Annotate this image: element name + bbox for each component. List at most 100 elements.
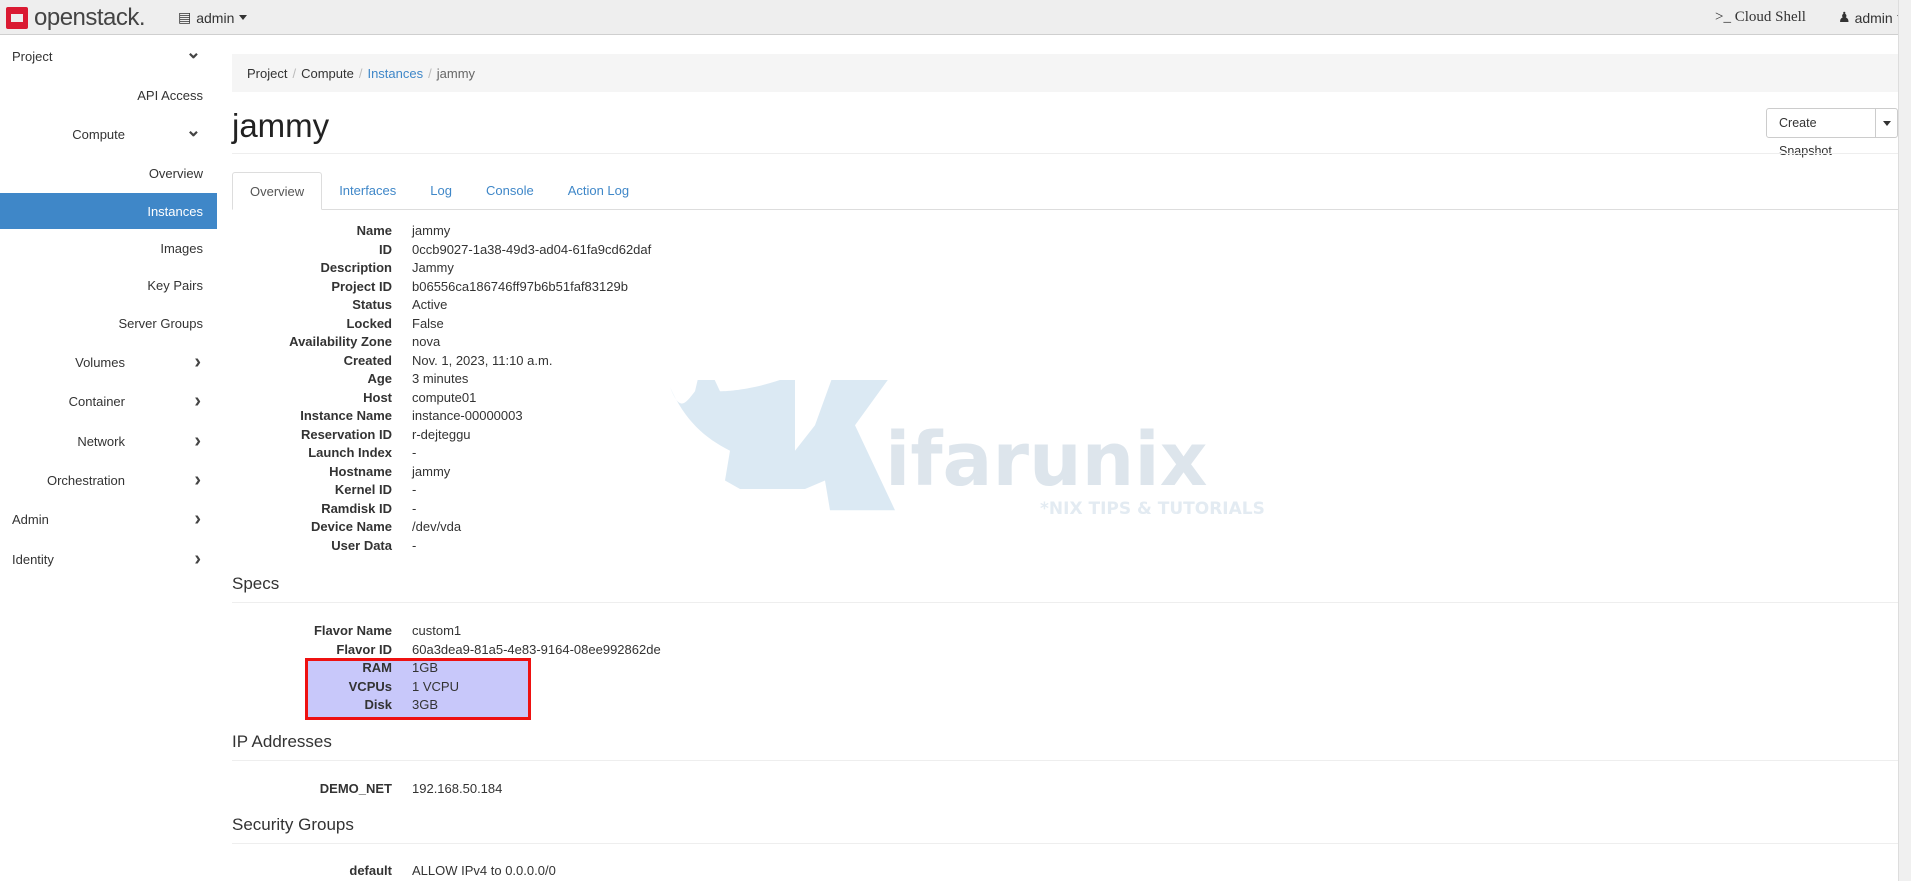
detail-value: Jammy — [412, 260, 454, 275]
sidebar-item-label: Volumes — [75, 354, 125, 370]
user-menu[interactable]: ♟ admin — [1838, 9, 1905, 26]
sidebar-item-server-groups[interactable]: Server Groups — [0, 305, 217, 341]
sidebar-item-instances[interactable]: Instances — [0, 193, 217, 229]
sidebar-item-label: Project — [12, 48, 53, 64]
actions-dropdown-toggle[interactable] — [1875, 109, 1897, 137]
sidebar-item-api-access[interactable]: API Access — [0, 77, 217, 113]
sidebar: Project ⌄ API Access Compute ⌄ Overview Instan… — [0, 35, 217, 881]
chevron-right-icon: › — [194, 389, 201, 412]
sidebar-item-label: Orchestration — [46, 472, 125, 488]
detail-row: Project ID b06556ca186746ff97b6b51faf8312… — [232, 278, 932, 297]
sidebar-item-label: Container — [68, 393, 125, 409]
detail-value: /dev/vda — [412, 519, 462, 534]
sidebar-item-volumes[interactable]: Volumes › — [0, 344, 217, 380]
sidebar-item-label: Images — [160, 240, 203, 256]
detail-row: Host compute01 — [232, 389, 932, 408]
detail-value: 1GB — [412, 660, 439, 675]
sidebar-item-admin[interactable]: Admin › — [0, 501, 217, 537]
detail-row: Name jammy — [232, 222, 932, 241]
breadcrumb-compute: Compute — [301, 65, 354, 81]
project-list-icon: ▤ — [178, 9, 192, 25]
chevron-down-icon: ⌄ — [185, 119, 201, 140]
sidebar-item-images[interactable]: Images — [0, 230, 217, 266]
sidebar-item-key-pairs[interactable]: Key Pairs — [0, 267, 217, 303]
cloud-shell-link[interactable]: >_ Cloud Shell — [1715, 9, 1806, 26]
detail-row: Description Jammy — [232, 259, 932, 278]
detail-row: VCPUs 1 VCPU — [232, 678, 932, 697]
divider — [232, 843, 1898, 844]
caret-down-icon — [1882, 120, 1891, 126]
detail-value: b06556ca186746ff97b6b51faf83129b — [412, 278, 628, 294]
sidebar-item-compute[interactable]: Compute ⌄ — [0, 116, 217, 152]
detail-label: Instance Name — [300, 408, 392, 423]
breadcrumb-instances[interactable]: Instances — [367, 66, 423, 81]
detail-list: default ALLOW IPv4 to 0.0.0.0/0 — [232, 862, 932, 881]
detail-value: Active — [412, 297, 448, 312]
sidebar-item-overview[interactable]: Overview — [0, 155, 217, 191]
sidebar-item-label: Identity — [12, 551, 54, 567]
sidebar-item-container[interactable]: Container › — [0, 383, 217, 419]
detail-value: Nov. 1, 2023, 11:10 a.m. — [412, 352, 553, 368]
detail-label: Project ID — [331, 278, 392, 294]
user-icon: ♟ — [1838, 9, 1851, 25]
detail-value: False — [412, 315, 444, 331]
scrollbar[interactable] — [1898, 0, 1911, 881]
detail-label: Availability Zone — [289, 334, 392, 349]
detail-label: VCPUs — [348, 678, 392, 694]
top-navbar: openstack. ▤ admin >_ Cloud Shell ♟ admi… — [0, 0, 1905, 35]
detail-label: Kernel ID — [334, 482, 392, 497]
logo-text: openstack. — [34, 4, 146, 31]
create-snapshot-button[interactable]: Create Snapshot — [1767, 109, 1875, 158]
tab-interfaces[interactable]: Interfaces — [322, 172, 413, 209]
tab-log[interactable]: Log — [413, 172, 469, 209]
openstack-logo[interactable]: openstack. — [6, 4, 146, 32]
detail-value: ALLOW IPv4 to 0.0.0.0/0 — [412, 863, 556, 878]
chevron-right-icon: › — [194, 350, 201, 373]
sidebar-item-orchestration[interactable]: Orchestration › — [0, 462, 217, 498]
detail-value: 3GB — [412, 697, 439, 712]
detail-row: RAM 1GB — [232, 659, 932, 678]
detail-label: Name — [356, 223, 392, 238]
chevron-right-icon: › — [194, 547, 201, 570]
detail-value: r-dejteggu — [412, 426, 471, 442]
detail-label: Disk — [364, 697, 392, 712]
detail-row: DEMO_NET 192.168.50.184 — [232, 780, 932, 799]
tab-console[interactable]: Console — [469, 172, 551, 209]
detail-value: custom1 — [412, 623, 462, 638]
detail-list: RAM 1GB VCPUs 1 VCPU Disk 3GB — [232, 659, 932, 715]
detail-label: Locked — [346, 315, 392, 331]
breadcrumb-current: jammy — [436, 65, 476, 81]
detail-row: Reservation ID r-dejteggu — [232, 426, 932, 445]
detail-label: User Data — [331, 537, 392, 553]
detail-row: Flavor Name custom1 — [232, 622, 932, 641]
detail-value: 0ccb9027-1a38-49d3-ad04-61fa9cd62daf — [412, 241, 652, 257]
detail-row: ID 0ccb9027-1a38-49d3-ad04-61fa9cd62daf — [232, 241, 932, 260]
detail-value: jammy — [412, 463, 451, 479]
project-selector[interactable]: ▤ admin — [178, 9, 248, 26]
tab-overview[interactable]: Overview — [232, 172, 323, 210]
detail-label: Age — [367, 371, 392, 386]
detail-row: Kernel ID - — [232, 481, 932, 500]
detail-row: Flavor ID 60a3dea9-81a5-4e83-9164-08ee992… — [232, 641, 932, 660]
sidebar-item-label: Compute — [72, 126, 125, 142]
detail-label: ID — [379, 241, 392, 257]
detail-value: 1 VCPU — [412, 678, 459, 694]
tab-action-log[interactable]: Action Log — [551, 172, 646, 209]
caret-down-icon — [239, 15, 248, 20]
detail-label: Flavor Name — [313, 623, 392, 638]
detail-row: Status Active — [232, 296, 932, 315]
detail-label: Host — [363, 389, 392, 405]
detail-value: - — [412, 445, 417, 460]
detail-row: Locked False — [232, 315, 932, 334]
breadcrumb: Project / Compute / Instances / jammy — [232, 54, 1898, 92]
sidebar-item-identity[interactable]: Identity › — [0, 541, 217, 577]
detail-value: - — [412, 482, 417, 497]
detail-row: Ramdisk ID - — [232, 500, 932, 519]
detail-label: DEMO_NET — [319, 781, 392, 796]
security-groups-heading: Security Groups — [232, 815, 354, 834]
breadcrumb-project: Project — [247, 65, 288, 81]
watermark-brand: ifarunix — [885, 417, 1207, 503]
sidebar-item-network[interactable]: Network › — [0, 423, 217, 459]
sidebar-item-project[interactable]: Project ⌄ — [0, 38, 217, 74]
detail-row: Launch Index - — [232, 444, 932, 463]
